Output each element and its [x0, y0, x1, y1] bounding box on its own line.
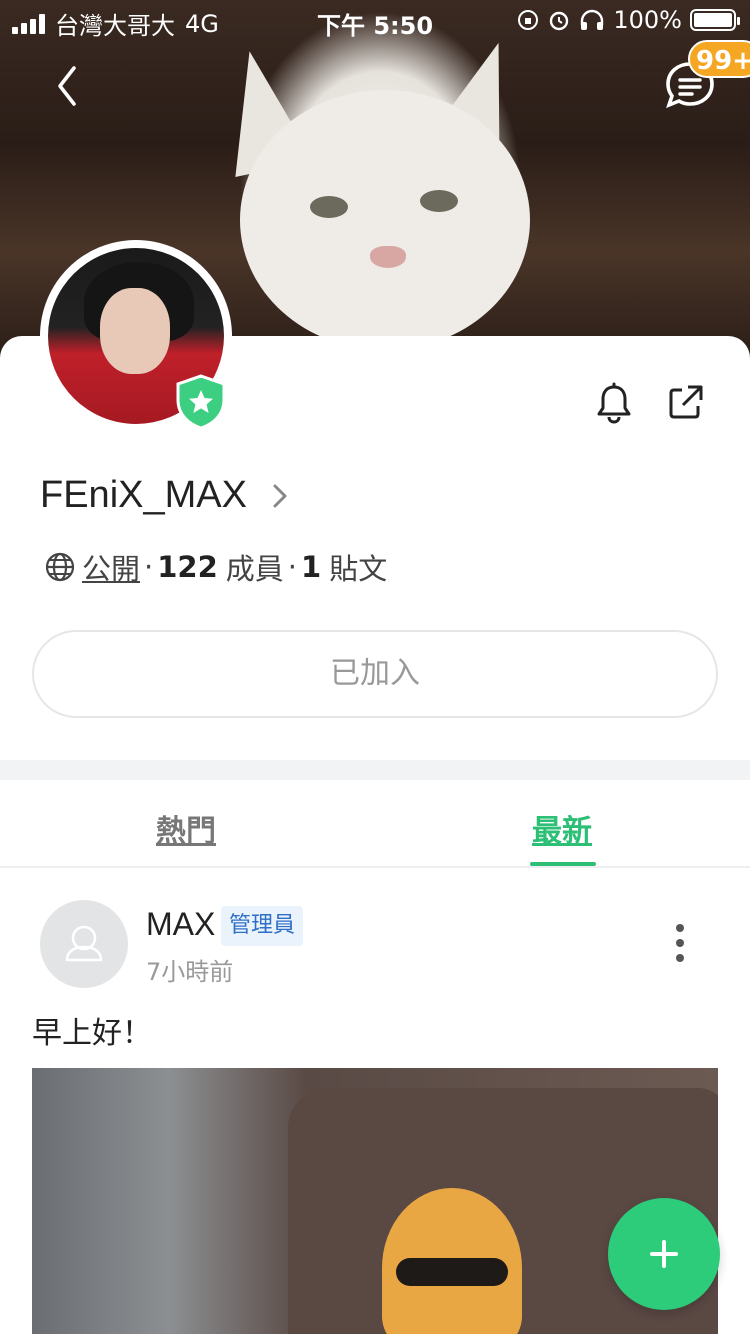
feed-tabs: 熱門 最新 [0, 780, 750, 868]
tab-popular[interactable]: 熱門 [156, 806, 216, 850]
joined-button[interactable]: 已加入 [32, 630, 718, 718]
create-post-button[interactable] [608, 1198, 720, 1310]
rotation-lock-icon [518, 10, 539, 30]
status-bar: 台灣大哥大 4G 下午 5:50 100% [0, 0, 750, 40]
headphones-icon [581, 9, 604, 30]
shield-star-icon [176, 374, 226, 430]
member-count: 122 [157, 550, 218, 584]
post-author-name[interactable]: MAX [146, 906, 215, 943]
more-options-button[interactable] [664, 920, 696, 964]
user-icon [65, 925, 103, 962]
section-divider [0, 760, 750, 780]
post-label: 貼文 [329, 552, 388, 586]
admin-badge: 管理員 [221, 906, 304, 946]
post-text: 早上好！ [32, 1016, 152, 1051]
chevron-right-icon [273, 484, 287, 507]
post-timestamp: 7小時前 [146, 958, 234, 986]
post-author-avatar[interactable] [40, 900, 128, 988]
notification-bell-button[interactable] [594, 382, 634, 424]
post-image[interactable] [32, 1068, 718, 1334]
battery-percent: 100% [613, 6, 682, 34]
back-button[interactable] [44, 58, 92, 114]
tab-latest[interactable]: 最新 [532, 806, 592, 850]
unread-badge: 99+ [688, 40, 750, 78]
group-name: FEniX_MAX [40, 474, 247, 516]
alarm-icon [550, 11, 569, 31]
battery-icon [690, 9, 740, 31]
active-tab-indicator [530, 862, 596, 866]
share-button[interactable] [666, 382, 706, 422]
member-label: 成員 [225, 552, 284, 586]
privacy-link[interactable]: 公開 [82, 546, 140, 588]
group-meta: 公開 · 122 成員 · 1 貼文 [44, 546, 387, 588]
group-name-row[interactable]: FEniX_MAX [40, 474, 291, 517]
post-count: 1 [301, 550, 322, 584]
globe-icon [45, 552, 75, 582]
